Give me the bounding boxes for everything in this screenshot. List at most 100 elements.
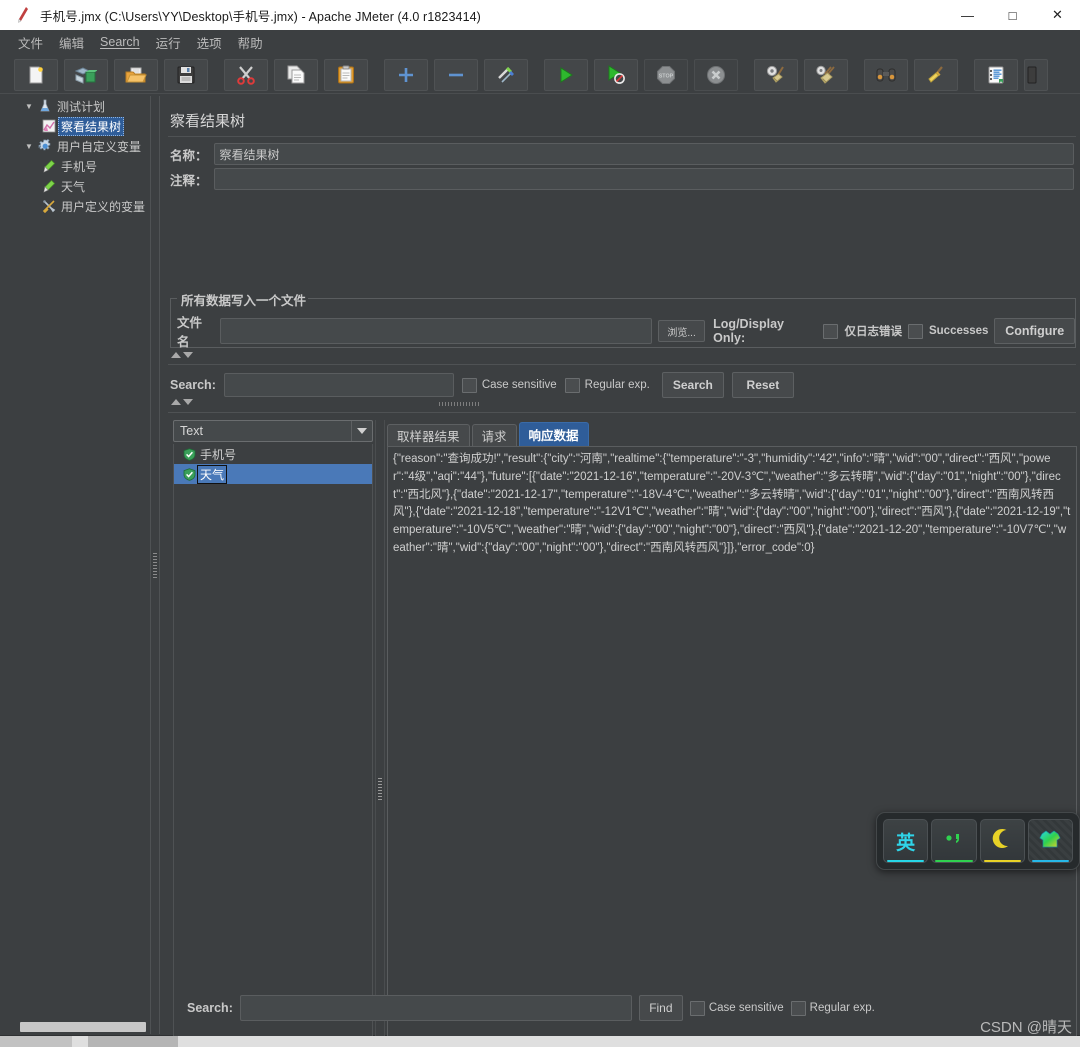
toggle-pencil-icon	[496, 65, 516, 85]
expand-all-button[interactable]	[384, 59, 428, 91]
ime-punctuation-key[interactable]	[931, 819, 977, 863]
clear-all-button[interactable]	[804, 59, 848, 91]
search-input[interactable]	[223, 373, 454, 397]
ime-language-key[interactable]: 英	[883, 819, 929, 863]
comment-row: 注释：	[170, 168, 1074, 190]
comment-input[interactable]	[213, 168, 1074, 190]
search-split-arrows[interactable]	[171, 399, 193, 405]
results-split-divider[interactable]	[375, 420, 385, 1047]
chevron-down-icon[interactable]	[351, 421, 372, 441]
search-reset-button[interactable]: Reset	[731, 372, 794, 398]
templates-icon	[75, 65, 97, 85]
cut-button[interactable]	[224, 59, 268, 91]
render-combo[interactable]: Text	[173, 420, 373, 442]
start-no-pauses-button[interactable]	[594, 59, 638, 91]
chevron-down-icon[interactable]	[183, 399, 193, 405]
stop-button[interactable]: STOP	[644, 59, 688, 91]
successes-checkbox[interactable]	[907, 323, 923, 339]
clear-broom-icon	[765, 65, 787, 85]
configure-button[interactable]: Configure	[994, 318, 1075, 344]
tab-response-data[interactable]: 响应数据	[518, 422, 589, 446]
templates-button[interactable]	[64, 59, 108, 91]
watermark-text: CSDN @晴天	[980, 1019, 1072, 1036]
menu-help[interactable]: 帮助	[230, 31, 271, 54]
ime-skin-key[interactable]	[1027, 819, 1073, 863]
screen-root: ng y H 手机号.jmx (C:\Users\YY\Desktop\手机号.…	[0, 0, 1080, 1047]
result-item-weather[interactable]: 天气	[174, 464, 372, 484]
ime-moon-key[interactable]	[979, 819, 1025, 863]
main-split-divider[interactable]	[150, 96, 160, 1034]
tree-node-label: 察看结果树	[58, 116, 125, 136]
results-list[interactable]: 手机号 天气	[173, 444, 373, 1047]
tree-node-weather[interactable]: 天气	[18, 176, 148, 196]
chevron-down-icon[interactable]: ▼	[22, 102, 36, 111]
menu-search[interactable]: Search	[92, 33, 148, 51]
menu-edit[interactable]: 编辑	[51, 31, 92, 54]
search-regex-checkbox[interactable]	[564, 377, 580, 393]
find-input[interactable]	[239, 995, 632, 1021]
scrollbar-thumb[interactable]	[20, 1022, 146, 1032]
name-input[interactable]: 察看结果树	[213, 143, 1074, 165]
shutdown-button[interactable]	[694, 59, 738, 91]
reset-search-button[interactable]	[914, 59, 958, 91]
start-button[interactable]	[544, 59, 588, 91]
filename-input[interactable]	[219, 318, 652, 344]
menu-options[interactable]: 选项	[189, 31, 230, 54]
tree-node-user-defined-vars-group[interactable]: ▼ 用户自定义变量	[18, 136, 148, 156]
notes-list-icon	[986, 65, 1006, 85]
test-plan-tree[interactable]: ▼ 测试计划 察看结果树 ▼ 用户自定义变量 手机号 天气 用户定义的变量	[18, 96, 148, 1034]
close-button[interactable]: ✕	[1035, 0, 1080, 30]
collapse-all-button[interactable]	[434, 59, 478, 91]
search-case-sensitive-label: Case sensitive	[481, 379, 557, 391]
copy-button[interactable]	[274, 59, 318, 91]
split-grip[interactable]	[153, 552, 157, 578]
split-grip[interactable]	[378, 778, 382, 800]
open-button[interactable]	[114, 59, 158, 91]
menu-run[interactable]: 运行	[148, 31, 189, 54]
function-helper-button[interactable]	[974, 59, 1018, 91]
write-results-to-file-group: 所有数据写入一个文件 文件名 浏览... Log/Display Only: 仅…	[170, 290, 1076, 349]
success-shield-icon	[180, 467, 198, 481]
minimize-button[interactable]: —	[945, 0, 990, 30]
find-button[interactable]: Find	[638, 995, 683, 1021]
find-regex-checkbox[interactable]	[790, 1000, 806, 1016]
menu-file[interactable]: 文件	[10, 31, 51, 54]
find-case-sensitive-checkbox[interactable]	[689, 1000, 705, 1016]
search-button[interactable]	[864, 59, 908, 91]
play-no-pause-icon	[606, 65, 626, 85]
panel-split-arrows[interactable]	[171, 352, 193, 358]
find-label: Search:	[187, 1001, 233, 1015]
tree-horizontal-scrollbar[interactable]	[18, 1020, 148, 1034]
tree-node-view-results-tree[interactable]: 察看结果树	[18, 116, 148, 136]
search-submit-button[interactable]: Search	[661, 372, 724, 398]
partial-icon	[1026, 65, 1046, 85]
new-button[interactable]	[14, 59, 58, 91]
browse-button[interactable]: 浏览...	[658, 320, 706, 342]
tree-node-phone[interactable]: 手机号	[18, 156, 148, 176]
toolbar-overflow-button[interactable]	[1024, 59, 1048, 91]
split-dots[interactable]	[439, 402, 481, 406]
response-data-view[interactable]: {"reason":"查询成功!","result":{"city":"河南",…	[387, 446, 1077, 1047]
result-item-phone[interactable]: 手机号	[174, 444, 372, 464]
tree-node-label: 用户自定义变量	[57, 139, 142, 154]
chevron-up-icon[interactable]	[171, 399, 181, 405]
tab-request[interactable]: 请求	[471, 424, 517, 446]
tree-node-test-plan[interactable]: ▼ 测试计划	[18, 96, 148, 116]
tree-node-user-defined-variables[interactable]: 用户定义的变量	[18, 196, 148, 216]
maximize-button[interactable]: □	[990, 0, 1035, 30]
search-case-sensitive-checkbox[interactable]	[461, 377, 477, 393]
ime-toolbar[interactable]: 英	[876, 812, 1080, 870]
errors-only-checkbox[interactable]	[823, 323, 839, 339]
paste-button[interactable]	[324, 59, 368, 91]
clear-button[interactable]	[754, 59, 798, 91]
chevron-down-icon[interactable]	[183, 352, 193, 358]
save-button[interactable]	[164, 59, 208, 91]
result-item-label: 天气	[196, 464, 228, 484]
chevron-down-icon[interactable]: ▼	[22, 142, 36, 151]
success-shield-icon	[180, 447, 198, 461]
chevron-up-icon[interactable]	[171, 352, 181, 358]
toggle-button[interactable]	[484, 59, 528, 91]
tab-sampler-result[interactable]: 取样器结果	[387, 424, 470, 446]
menu-bar: 文件 编辑 Search 运行 选项 帮助	[0, 30, 1080, 54]
clipboard-paste-icon	[336, 65, 356, 85]
